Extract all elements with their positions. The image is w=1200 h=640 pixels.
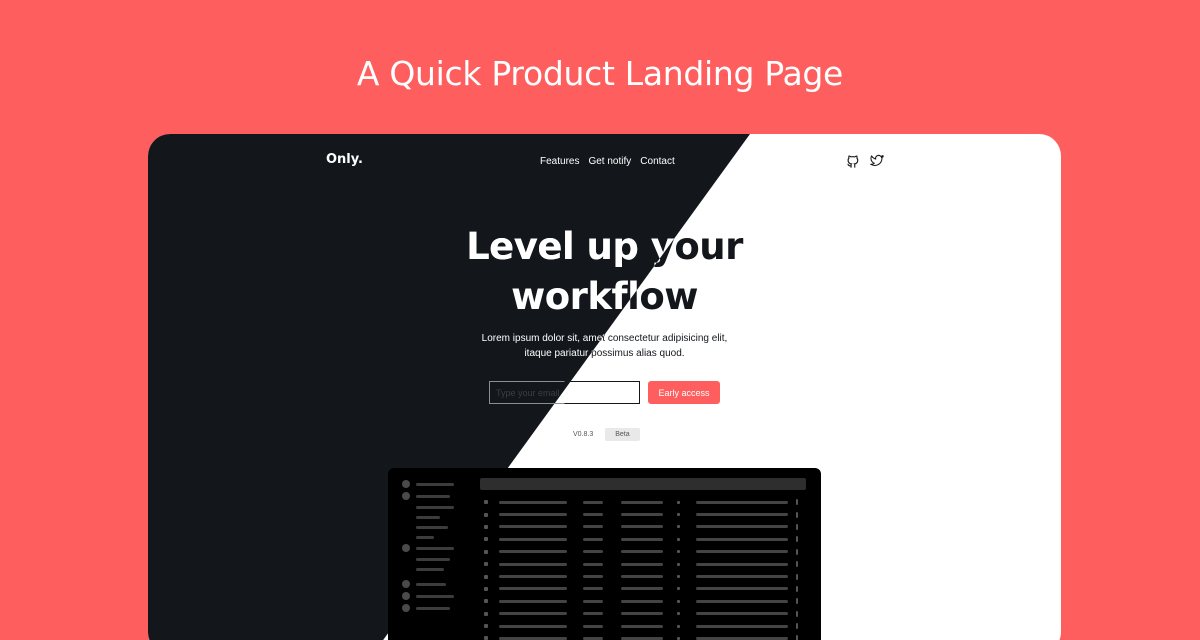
banner-title: A Quick Product Landing Page xyxy=(356,54,844,93)
version-label: V0.8.3 xyxy=(573,431,594,438)
social-icons xyxy=(846,154,884,168)
app-table xyxy=(480,496,806,640)
table-row xyxy=(480,570,806,582)
top-nav: Only. Features Get notify Contact xyxy=(148,134,1061,190)
table-row xyxy=(480,583,806,595)
app-screenshot xyxy=(388,468,821,640)
signup-form: Early access xyxy=(489,381,720,404)
landing-page-preview: Only. Features Get notify Contact Level … xyxy=(148,134,1061,640)
nav-link-contact[interactable]: Contact xyxy=(640,156,674,167)
table-row xyxy=(480,632,806,640)
nav-link-get-notify[interactable]: Get notify xyxy=(588,156,631,167)
app-table-header xyxy=(480,478,806,490)
hero: Level up your workflow Lorem ipsum dolor… xyxy=(148,222,1061,361)
table-row xyxy=(480,521,806,533)
github-icon[interactable] xyxy=(846,154,860,168)
hero-subtitle-line-1: Lorem ipsum dolor sit, amet consectetur … xyxy=(481,333,728,344)
table-row xyxy=(480,558,806,570)
hero-subtitle: Lorem ipsum dolor sit, amet consectetur … xyxy=(475,331,735,361)
release-info: V0.8.3 Beta xyxy=(573,428,640,441)
hero-title: Level up your workflow xyxy=(455,222,755,322)
table-row xyxy=(480,546,806,558)
early-access-button[interactable]: Early access xyxy=(648,381,720,404)
table-row xyxy=(480,608,806,620)
hero-title-line-2: workflow xyxy=(511,275,698,318)
hero-title-line-1: Level up your xyxy=(466,225,743,268)
hero-subtitle-line-2: itaque pariatur possimus alias quod. xyxy=(524,348,685,359)
beta-badge: Beta xyxy=(605,428,640,441)
table-row xyxy=(480,496,806,508)
twitter-icon[interactable] xyxy=(870,154,884,168)
nav-links: Features Get notify Contact xyxy=(540,156,675,167)
table-row xyxy=(480,533,806,545)
table-row xyxy=(480,620,806,632)
email-input[interactable] xyxy=(489,381,640,404)
table-row xyxy=(480,595,806,607)
table-row xyxy=(480,508,806,520)
nav-link-features[interactable]: Features xyxy=(540,156,579,167)
app-sidebar xyxy=(402,478,472,614)
logo[interactable]: Only. xyxy=(326,152,363,167)
